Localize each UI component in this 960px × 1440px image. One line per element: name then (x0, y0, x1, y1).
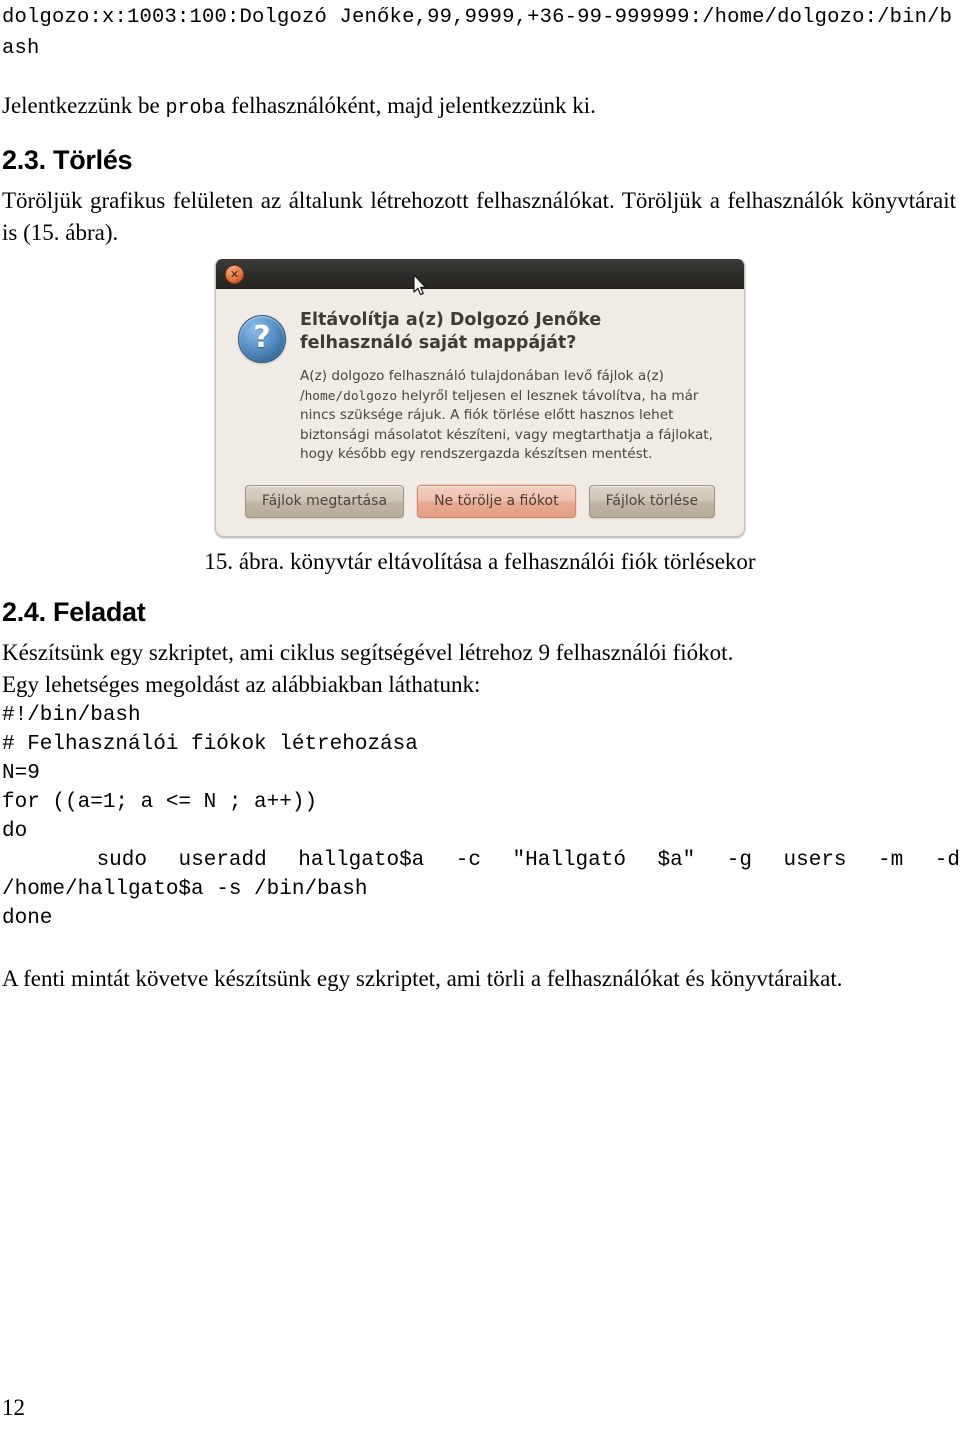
code-line-for: for ((a=1; a <= N ; a++)) (2, 790, 318, 814)
intro-paragraph: Jelentkezzünk be proba felhasználóként, … (0, 90, 960, 125)
code-line-useradd-cont: /home/hallgato$a -s /bin/bash (2, 877, 368, 901)
heading-2-3: 2.3. Törlés (2, 145, 133, 175)
question-icon-glyph: ? (253, 320, 271, 355)
bash-script-code-block: #!/bin/bash # Felhasználói fiókok létreh… (0, 701, 960, 933)
dialog-text-column: Eltávolítja a(z) Dolgozó Jenőke felhaszn… (300, 309, 720, 465)
section-2-4-paragraph-line1: Készítsünk egy szkriptet, ami ciklus seg… (2, 639, 734, 665)
code-line-done: done (2, 906, 53, 930)
figure-caption: 15. ábra. könyvtár eltávolítása a felhas… (204, 548, 756, 574)
code-line-do: do (2, 819, 28, 843)
intro-text-before: Jelentkezzünk be (2, 93, 166, 118)
dialog-heading: Eltávolítja a(z) Dolgozó Jenőke felhaszn… (300, 310, 602, 353)
document-page: dolgozo:x:1003:100:Dolgozó Jenőke,99,999… (0, 2, 960, 1440)
dont-delete-account-button[interactable]: Ne törölje a fiókot (417, 484, 576, 518)
heading-2-4: 2.4. Feladat (2, 596, 146, 627)
dialog-message-path: home/dolgozo (304, 388, 398, 404)
inline-code-username: proba (165, 97, 226, 120)
section-2-3-paragraph: Töröljük grafikus felületen az általunk … (2, 188, 956, 245)
passwd-entry-listing: dolgozo:x:1003:100:Dolgozó Jenőke,99,999… (2, 6, 953, 60)
close-icon[interactable]: ✕ (225, 265, 244, 284)
figure-15: ✕ ? Eltávolítja a(z) Dolgozó Jenőke felh… (0, 259, 960, 537)
code-line-comment: # Felhasználói fiókok létrehozása (2, 732, 418, 756)
close-icon-glyph: ✕ (229, 268, 240, 281)
delete-files-button[interactable]: Fájlok törlése (588, 484, 716, 518)
question-icon: ? (238, 315, 286, 363)
dialog-body: ? Eltávolítja a(z) Dolgozó Jenőke felhas… (216, 289, 744, 465)
dialog-button-row: Fájlok megtartása Ne törölje a fiókot Fá… (216, 465, 744, 536)
page-number: 12 (2, 1395, 25, 1420)
closing-paragraph: A fenti mintát követve készítsünk egy sz… (2, 965, 843, 991)
section-2-4-paragraph-line2: Egy lehetséges megoldást az alábbiakban … (2, 671, 481, 697)
code-line-assignment: N=9 (2, 761, 40, 785)
ubuntu-remove-user-dialog: ✕ ? Eltávolítja a(z) Dolgozó Jenőke felh… (215, 259, 745, 537)
dialog-titlebar: ✕ (216, 259, 744, 296)
keep-files-button[interactable]: Fájlok megtartása (244, 484, 405, 518)
intro-text-after: felhasználóként, majd jelentkezzünk ki. (225, 93, 596, 118)
code-line-useradd: sudo useradd hallgato$a -c "Hallgató $a"… (2, 848, 960, 872)
code-line-shebang: #!/bin/bash (2, 703, 141, 727)
dialog-message: A(z) dolgozo felhasználó tulajdonában le… (300, 367, 720, 465)
